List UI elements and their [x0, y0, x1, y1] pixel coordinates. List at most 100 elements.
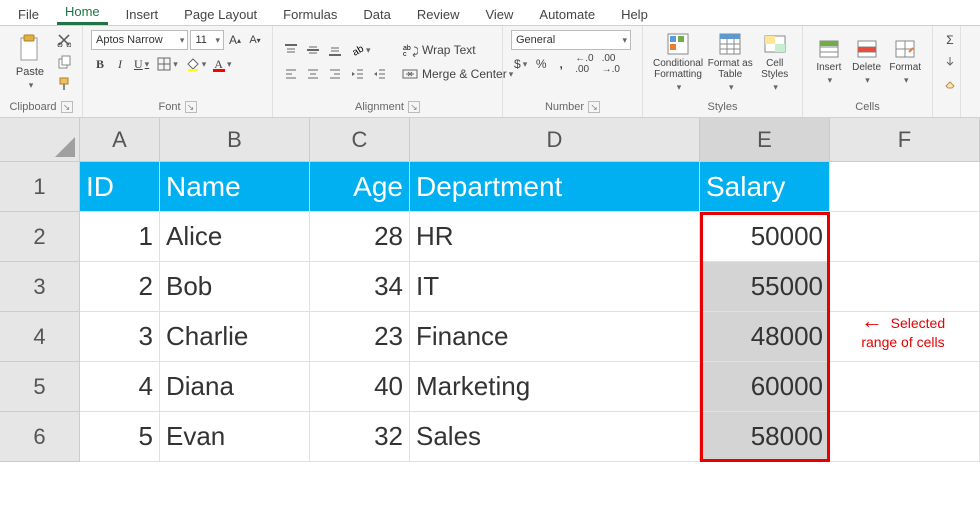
format-as-table-button[interactable]: Format as Table▾ — [707, 32, 753, 93]
cell-D5[interactable]: Marketing — [410, 362, 700, 412]
tab-page-layout[interactable]: Page Layout — [176, 3, 265, 25]
increase-indent-button[interactable] — [369, 64, 389, 84]
cell-B5[interactable]: Diana — [160, 362, 310, 412]
cell-F3[interactable] — [830, 262, 980, 312]
row-header-3[interactable]: 3 — [0, 262, 80, 312]
align-center-button[interactable] — [303, 64, 323, 84]
cell-F2[interactable] — [830, 212, 980, 262]
cell-C3[interactable]: 34 — [310, 262, 410, 312]
align-left-button[interactable] — [281, 64, 301, 84]
cell-C5[interactable]: 40 — [310, 362, 410, 412]
cell-A5[interactable]: 4 — [80, 362, 160, 412]
row-header-5[interactable]: 5 — [0, 362, 80, 412]
fill-color-button[interactable]: ▾ — [183, 54, 210, 74]
decrease-font-button[interactable]: A▾ — [246, 30, 264, 50]
align-bottom-button[interactable] — [325, 40, 345, 60]
bold-button[interactable]: B — [91, 54, 109, 74]
align-middle-button[interactable] — [303, 40, 323, 60]
delete-cells-button[interactable]: Delete▾ — [849, 38, 885, 86]
cell-D6[interactable]: Sales — [410, 412, 700, 462]
orientation-button[interactable]: ab▾ — [347, 40, 374, 60]
row-header-6[interactable]: 6 — [0, 412, 80, 462]
format-cells-button[interactable]: Format▾ — [886, 38, 924, 86]
column-header-C[interactable]: C — [310, 118, 410, 162]
cell-D4[interactable]: Finance — [410, 312, 700, 362]
column-header-B[interactable]: B — [160, 118, 310, 162]
cell-styles-button[interactable]: Cell Styles▾ — [755, 32, 794, 93]
clipboard-dialog-launcher[interactable]: ↘ — [61, 101, 73, 113]
cell-A4[interactable]: 3 — [80, 312, 160, 362]
font-name-select[interactable]: Aptos Narrow — [91, 30, 188, 50]
select-all-corner[interactable] — [0, 118, 80, 162]
tab-file[interactable]: File — [10, 3, 47, 25]
cell-B3[interactable]: Bob — [160, 262, 310, 312]
cell-D3[interactable]: IT — [410, 262, 700, 312]
decrease-decimal-button[interactable]: .00→.0 — [599, 54, 623, 74]
insert-cells-button[interactable]: Insert▾ — [811, 38, 847, 86]
format-painter-button[interactable] — [54, 74, 74, 94]
alignment-dialog-launcher[interactable]: ↘ — [408, 101, 420, 113]
column-header-E[interactable]: E — [700, 118, 830, 162]
italic-button[interactable]: I — [111, 54, 129, 74]
cell-B6[interactable]: Evan — [160, 412, 310, 462]
tab-automate[interactable]: Automate — [531, 3, 603, 25]
cell-A2[interactable]: 1 — [80, 212, 160, 262]
cell-B4[interactable]: Charlie — [160, 312, 310, 362]
cell-A1[interactable]: ID — [80, 162, 160, 212]
cell-F1[interactable] — [830, 162, 980, 212]
paste-button[interactable]: Paste ▾ — [8, 34, 52, 91]
row-header-1[interactable]: 1 — [0, 162, 80, 212]
tab-review[interactable]: Review — [409, 3, 468, 25]
font-color-button[interactable]: A▾ — [211, 54, 234, 74]
tab-data[interactable]: Data — [355, 3, 398, 25]
cell-C4[interactable]: 23 — [310, 312, 410, 362]
comma-button[interactable]: , — [552, 54, 570, 74]
cell-E5[interactable]: 60000 — [700, 362, 830, 412]
row-header-4[interactable]: 4 — [0, 312, 80, 362]
borders-button[interactable]: ▾ — [154, 54, 181, 74]
font-size-select[interactable]: 11 — [190, 30, 224, 50]
tab-home[interactable]: Home — [57, 0, 108, 25]
copy-button[interactable] — [54, 52, 74, 72]
row-header-2[interactable]: 2 — [0, 212, 80, 262]
decrease-indent-button[interactable] — [347, 64, 367, 84]
autosum-button[interactable]: Σ — [941, 30, 959, 50]
cell-E4[interactable]: 48000 — [700, 312, 830, 362]
increase-font-button[interactable]: A▴ — [226, 30, 244, 50]
column-header-F[interactable]: F — [830, 118, 980, 162]
font-dialog-launcher[interactable]: ↘ — [185, 101, 197, 113]
underline-button[interactable]: U▾ — [131, 54, 152, 74]
fill-button[interactable] — [941, 52, 959, 72]
percent-button[interactable]: % — [532, 54, 550, 74]
cell-C2[interactable]: 28 — [310, 212, 410, 262]
merge-center-button[interactable]: Merge & Center▾ — [399, 64, 519, 84]
cell-C6[interactable]: 32 — [310, 412, 410, 462]
cell-E1[interactable]: Salary — [700, 162, 830, 212]
conditional-formatting-button[interactable]: Conditional Formatting▾ — [651, 32, 705, 93]
wrap-text-button[interactable]: abc Wrap Text — [399, 40, 519, 60]
cell-C1[interactable]: Age — [310, 162, 410, 212]
column-header-D[interactable]: D — [410, 118, 700, 162]
cut-button[interactable] — [54, 30, 74, 50]
cell-B1[interactable]: Name — [160, 162, 310, 212]
cell-A6[interactable]: 5 — [80, 412, 160, 462]
currency-button[interactable]: $▾ — [511, 54, 530, 74]
cell-D1[interactable]: Department — [410, 162, 700, 212]
clear-button[interactable] — [941, 74, 959, 94]
increase-decimal-button[interactable]: ←.0.00 — [572, 54, 596, 74]
cell-D2[interactable]: HR — [410, 212, 700, 262]
cell-A3[interactable]: 2 — [80, 262, 160, 312]
cell-B2[interactable]: Alice — [160, 212, 310, 262]
cell-E3[interactable]: 55000 — [700, 262, 830, 312]
cell-E2[interactable]: 50000 — [700, 212, 830, 262]
cell-F5[interactable] — [830, 362, 980, 412]
cell-F6[interactable] — [830, 412, 980, 462]
tab-help[interactable]: Help — [613, 3, 656, 25]
tab-insert[interactable]: Insert — [118, 3, 167, 25]
align-right-button[interactable] — [325, 64, 345, 84]
align-top-button[interactable] — [281, 40, 301, 60]
column-header-A[interactable]: A — [80, 118, 160, 162]
number-dialog-launcher[interactable]: ↘ — [588, 101, 600, 113]
tab-view[interactable]: View — [477, 3, 521, 25]
cell-E6[interactable]: 58000 — [700, 412, 830, 462]
